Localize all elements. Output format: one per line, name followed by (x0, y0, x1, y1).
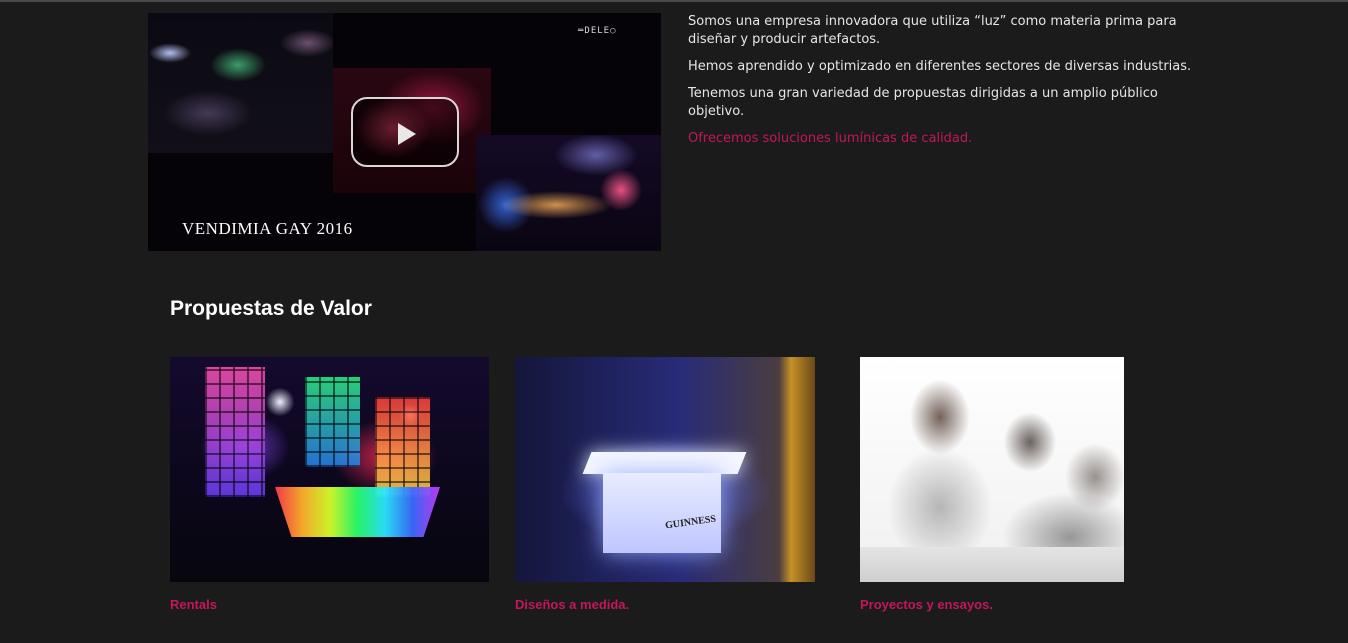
play-button[interactable] (351, 97, 459, 167)
led-panel-center (305, 377, 360, 467)
top-divider (0, 0, 1348, 2)
card-title-rentals[interactable]: Rentals (170, 597, 217, 612)
section-title: Propuestas de Valor (170, 297, 372, 320)
disenos-image[interactable]: GUINNESS (515, 357, 815, 582)
intro-highlight: Ofrecemos soluciones lumínicas de calida… (688, 131, 973, 146)
video-caption: VENDIMIA GAY 2016 (182, 219, 353, 238)
card-disenos: GUINNESS Diseños a medida. (515, 357, 815, 612)
video-watermark: ═DELE○ (578, 26, 617, 36)
bar-top (582, 452, 747, 474)
video-thumbnail-scene-left (148, 13, 333, 153)
work-table (860, 547, 1124, 582)
led-dj-booth (275, 487, 440, 537)
led-panel-right (375, 397, 430, 497)
intro-paragraph-2: Hemos aprendido y optimizado en diferent… (688, 59, 1192, 74)
card-title-proyectos[interactable]: Proyectos y ensayos. (860, 597, 993, 612)
video-thumbnail-scene-right (476, 135, 661, 251)
video-player[interactable]: ═DELE○ VENDIMIA GAY 2016 (148, 13, 661, 251)
card-rentals: Rentals (170, 357, 489, 612)
intro-paragraph-3: Tenemos una gran variedad de propuestas … (688, 86, 1158, 119)
card-proyectos: Proyectos y ensayos. (860, 357, 1124, 612)
bar-body (603, 473, 721, 553)
play-icon (398, 123, 416, 145)
intro-text: Somos una empresa innovadora que utiliza… (688, 13, 1208, 157)
proyectos-image[interactable] (860, 357, 1124, 582)
led-panel-left (205, 367, 265, 497)
intro-paragraph-1: Somos una empresa innovadora que utiliza… (688, 14, 1177, 47)
card-title-disenos[interactable]: Diseños a medida. (515, 597, 629, 612)
rentals-image[interactable] (170, 357, 489, 582)
